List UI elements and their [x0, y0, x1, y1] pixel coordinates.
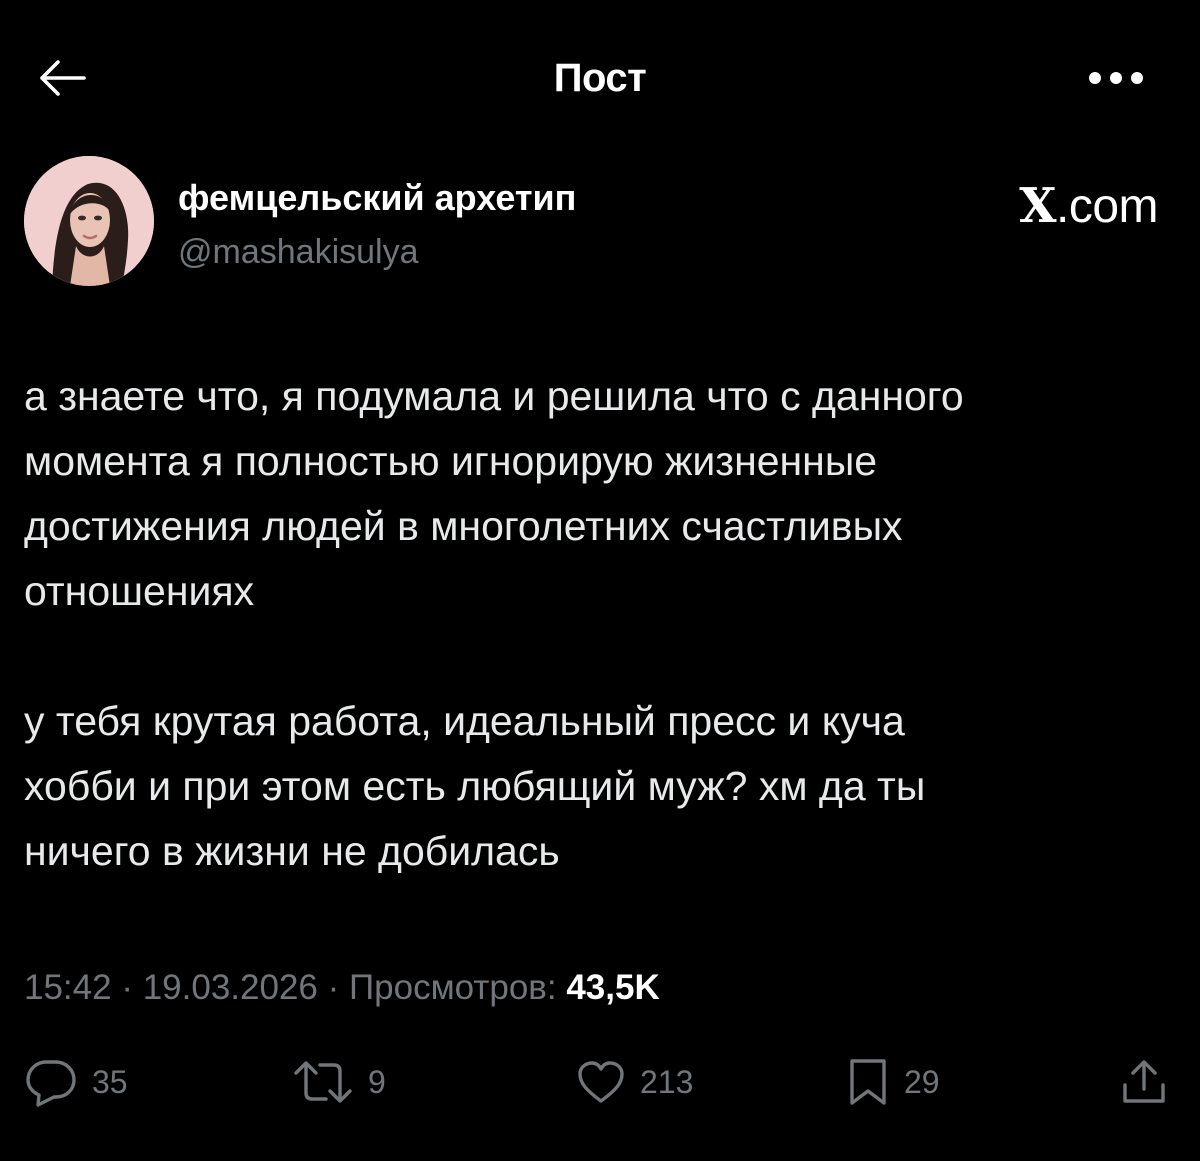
share-icon	[1120, 1057, 1168, 1107]
tweet-text: а знаете что, я подумала и решила что с …	[24, 373, 964, 874]
meta-separator: ·	[317, 968, 349, 1007]
tweet-date[interactable]: 19.03.2026	[143, 968, 318, 1007]
page-title: Пост	[553, 56, 647, 100]
x-logo: X	[1019, 178, 1056, 234]
more-button[interactable]	[1080, 50, 1152, 106]
heart-icon	[576, 1059, 626, 1105]
repost-icon	[292, 1057, 354, 1107]
reply-icon	[24, 1057, 78, 1107]
repost-count: 9	[368, 1064, 386, 1100]
like-count: 213	[640, 1064, 694, 1100]
repost-button[interactable]: 9	[292, 1046, 386, 1118]
display-name[interactable]: фемцельский архетип	[178, 176, 576, 220]
more-horizontal-icon	[1088, 71, 1144, 85]
views-label: Просмотров:	[348, 968, 567, 1007]
tweet-meta: 15:42 · 19.03.2026 · Просмотров: 43,5K	[24, 962, 660, 1014]
bookmark-button[interactable]: 29	[846, 1046, 940, 1118]
tweet-time[interactable]: 15:42	[24, 968, 112, 1007]
meta-separator: ·	[111, 968, 143, 1007]
reply-button[interactable]: 35	[24, 1046, 128, 1118]
watermark-domain: .com	[1055, 180, 1159, 233]
reply-count: 35	[92, 1064, 128, 1100]
bookmark-icon	[846, 1057, 890, 1107]
avatar-photo	[24, 156, 154, 286]
arrow-left-icon	[36, 58, 88, 98]
views-count[interactable]: 43,5K	[566, 968, 659, 1007]
bookmark-count: 29	[904, 1064, 940, 1100]
like-button[interactable]: 213	[576, 1046, 693, 1118]
back-button[interactable]	[30, 48, 94, 108]
avatar[interactable]	[24, 156, 154, 286]
author-header: фемцельский архетип @mashakisulya X.com	[24, 156, 1176, 290]
top-bar: Пост	[0, 0, 1200, 160]
x-com-watermark: X.com	[1019, 178, 1158, 235]
action-bar: 35 9 213 29	[0, 1046, 1200, 1118]
share-button[interactable]	[1120, 1046, 1168, 1118]
user-handle[interactable]: @mashakisulya	[178, 230, 419, 274]
